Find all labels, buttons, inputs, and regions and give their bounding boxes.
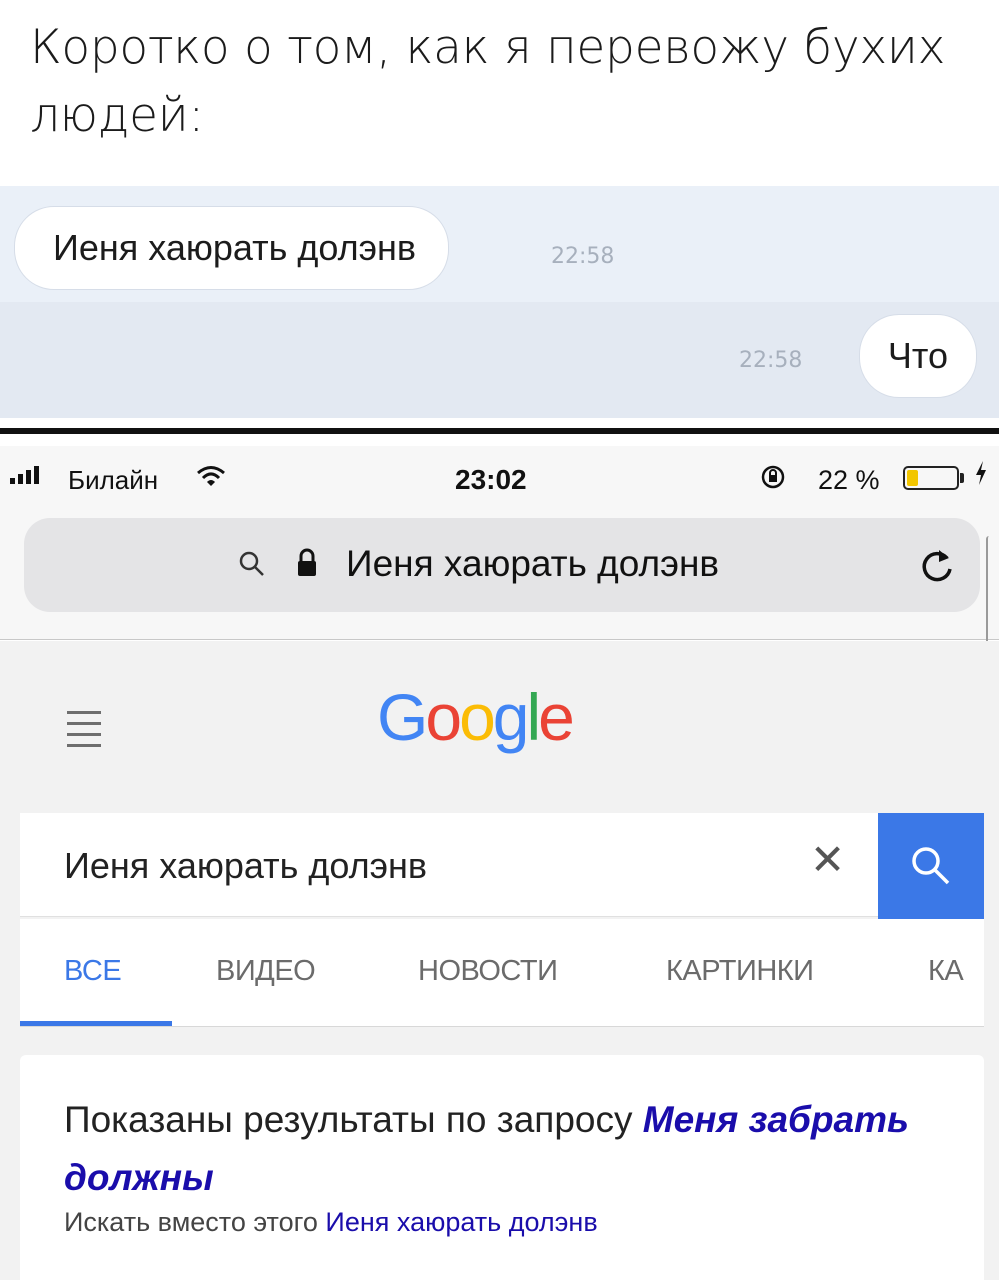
google-logo-letter: l (526, 680, 542, 754)
tab-images[interactable]: КАРТИНКИ (666, 955, 814, 988)
battery-level-fill (907, 470, 918, 486)
search-input[interactable]: Иеня хаюрать долэнв (64, 845, 427, 887)
tab-video[interactable]: ВИДЕО (216, 955, 316, 988)
chat-row-outgoing: Что 22:58 (0, 302, 999, 418)
rotation-lock-icon (760, 464, 786, 497)
original-query-link[interactable]: Иеня хаюрать долэнв (325, 1207, 597, 1237)
active-tab-underline (20, 1021, 172, 1026)
lock-icon (296, 548, 318, 583)
search-tabs: ВСЕ ВИДЕО НОВОСТИ КАРТИНКИ КА (20, 919, 984, 1027)
battery-tip (960, 473, 964, 483)
incoming-message-bubble[interactable]: Иеня хаюрать долэнв (14, 206, 450, 290)
chat-row-incoming: Иеня хаюрать долэнв 22:58 (0, 186, 999, 302)
tab-all[interactable]: ВСЕ (64, 955, 122, 988)
search-icon (238, 550, 266, 583)
google-logo-letter: G (377, 680, 428, 754)
incoming-message-time: 22:58 (551, 244, 615, 269)
google-logo-letter: g (492, 680, 530, 754)
address-bar[interactable]: Иеня хаюрать долэнв (24, 518, 980, 612)
google-logo-letter: o (459, 680, 496, 754)
hamburger-menu-icon[interactable] (67, 711, 101, 755)
clear-search-icon[interactable]: ✕ (810, 839, 845, 881)
outgoing-message-time: 22:58 (739, 348, 803, 373)
battery-percent: 22 % (818, 465, 880, 495)
carrier-name: Билайн (68, 465, 159, 495)
spelling-correction-card: Показаны результаты по запросу Меня забр… (20, 1055, 984, 1280)
chat-panel: Иеня хаюрать долэнв 22:58 Что 22:58 (0, 186, 999, 418)
browser-toolbar: Иеня хаюрать долэнв (0, 508, 999, 640)
google-page: Google Иеня хаюрать долэнв ✕ ВСЕ ВИДЕО Н… (0, 641, 999, 1280)
google-logo-letter: e (538, 680, 575, 754)
charging-bolt-icon (974, 460, 988, 493)
signal-strength-icon (10, 466, 39, 484)
meme-caption: Коротко о том, как я перевожу бухих люде… (30, 20, 946, 143)
shown-results-prefix: Показаны результаты по запросу (64, 1099, 633, 1140)
tab-maps[interactable]: КА (928, 955, 964, 988)
address-bar-text: Иеня хаюрать долэнв (346, 543, 720, 584)
status-bar: Билайн 23:02 22 % (0, 446, 999, 508)
search-button[interactable] (878, 813, 984, 919)
reload-icon[interactable] (917, 542, 957, 591)
section-divider (0, 428, 999, 434)
incoming-message-text: Иеня хаюрать долэнв (53, 227, 417, 268)
wifi-icon (196, 464, 226, 495)
search-button-icon (912, 847, 950, 885)
battery-icon (903, 466, 959, 490)
outgoing-message-bubble[interactable]: Что (858, 314, 977, 398)
search-instead-line: Искать вместо этого Иеня хаюрать долэнв (64, 1207, 598, 1238)
outgoing-message-text: Что (887, 335, 948, 376)
search-instead-prefix: Искать вместо этого (64, 1207, 318, 1237)
google-logo: Google (377, 679, 575, 755)
tab-news[interactable]: НОВОСТИ (418, 955, 558, 988)
search-box[interactable]: Иеня хаюрать долэнв ✕ (20, 813, 878, 917)
status-time: 23:02 (455, 464, 527, 495)
google-logo-letter: o (425, 680, 462, 754)
shown-results-line: Показаны результаты по запросу Меня забр… (64, 1091, 944, 1207)
